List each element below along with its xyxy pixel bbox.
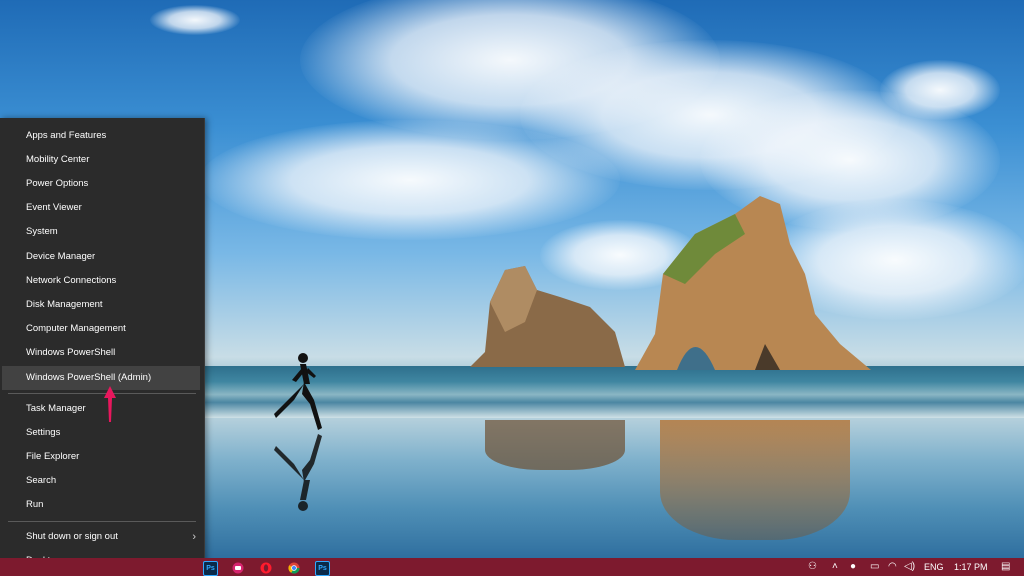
opera-icon[interactable] — [259, 561, 272, 574]
menu-item-windows-powershell[interactable]: Windows PowerShell — [0, 341, 204, 365]
menu-item-computer-management[interactable]: Computer Management — [0, 317, 204, 341]
battery-icon[interactable]: ▭ — [870, 560, 879, 574]
notifications-icon[interactable]: ▤ — [1001, 560, 1010, 574]
rock-reflection — [485, 420, 625, 470]
people-icon[interactable]: ⚇ — [808, 560, 817, 574]
cloud — [150, 5, 240, 35]
chevron-right-icon: › — [192, 531, 196, 543]
chrome-icon[interactable] — [287, 561, 300, 574]
menu-separator — [8, 521, 196, 522]
rock-formation-left — [470, 266, 625, 367]
rock-reflection — [660, 420, 850, 540]
menu-item-device-manager[interactable]: Device Manager — [0, 245, 204, 269]
annotation-arrow-icon — [104, 386, 116, 422]
menu-item-network-connections[interactable]: Network Connections — [0, 269, 204, 293]
menu-item-settings[interactable]: Settings — [0, 421, 204, 445]
menu-item-event-viewer[interactable]: Event Viewer — [0, 196, 204, 220]
menu-item-task-manager[interactable]: Task Manager — [0, 397, 204, 421]
app-icon-pink[interactable] — [231, 561, 244, 574]
chevron-up-icon[interactable]: ˄ — [832, 560, 838, 574]
runner-reflection — [274, 434, 322, 511]
menu-item-mobility-center[interactable]: Mobility Center — [0, 148, 204, 172]
app-glyph-icon — [232, 562, 243, 573]
menu-item-system[interactable]: System — [0, 220, 204, 244]
volume-icon[interactable]: ◁) — [904, 560, 915, 574]
cloud — [200, 120, 620, 240]
chrome-glyph-icon — [287, 562, 300, 574]
menu-item-file-explorer[interactable]: File Explorer — [0, 445, 204, 469]
language-indicator[interactable]: ENG — [924, 560, 944, 574]
cloud — [880, 60, 1000, 120]
menu-item-disk-management[interactable]: Disk Management — [0, 293, 204, 317]
wifi-icon[interactable]: ◠ — [888, 560, 897, 574]
menu-item-windows-powershell-admin[interactable]: Windows PowerShell (Admin) — [2, 366, 200, 390]
menu-item-search[interactable]: Search — [0, 469, 204, 493]
clock[interactable]: 1:17 PM — [954, 560, 988, 574]
photoshop-icon[interactable]: Ps — [203, 561, 218, 576]
photoshop-icon[interactable]: Ps — [315, 561, 330, 576]
menu-item-shut-down-or-sign-out[interactable]: Shut down or sign out › — [0, 525, 204, 549]
menu-item-apps-and-features[interactable]: Apps and Features — [0, 124, 204, 148]
menu-item-run[interactable]: Run — [0, 493, 204, 517]
menu-item-label: Shut down or sign out — [26, 531, 118, 542]
antivirus-icon[interactable]: ● — [850, 560, 856, 574]
opera-glyph-icon — [260, 562, 271, 573]
menu-item-power-options[interactable]: Power Options — [0, 172, 204, 196]
runner-silhouette — [274, 353, 322, 430]
menu-separator — [8, 393, 196, 394]
winx-context-menu: Apps and Features Mobility Center Power … — [0, 118, 205, 574]
rock-formation-arch — [635, 196, 871, 370]
